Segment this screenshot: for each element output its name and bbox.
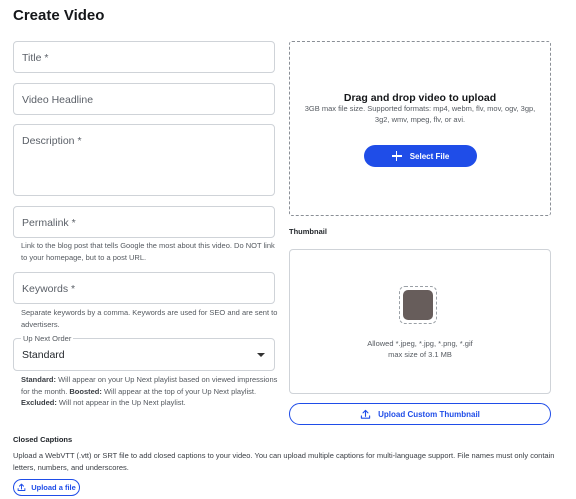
video-headline-placeholder: Video Headline [22, 94, 94, 106]
boosted-text: Will appear at the top of your Up Next p… [101, 386, 257, 396]
thumbnail-heading: Thumbnail [289, 227, 327, 236]
description-textarea[interactable]: Description * [13, 124, 275, 196]
keywords-input[interactable]: Keywords * [13, 272, 275, 304]
chevron-down-icon [257, 353, 265, 357]
thumbnail-max-size: max size of 3.1 MB [388, 350, 452, 359]
excluded-term: Excluded: [21, 398, 57, 407]
upload-file-button[interactable]: Upload a file [13, 479, 80, 496]
permalink-help: Link to the blog post that tells Google … [21, 241, 275, 262]
boosted-term: Boosted: [69, 386, 102, 396]
title-input[interactable]: Title * [13, 41, 275, 73]
thumbnail-dropzone[interactable]: Allowed *.jpeg, *.jpg, *.png, *.gif max … [289, 249, 551, 394]
image-placeholder-icon [403, 290, 433, 320]
up-next-order-label: Up Next Order [21, 334, 74, 343]
thumbnail-placeholder [399, 286, 437, 324]
select-file-label: Select File [409, 151, 450, 161]
description-placeholder: Description * [22, 135, 82, 147]
standard-term: Standard: [21, 375, 57, 384]
upload-custom-thumbnail-button[interactable]: Upload Custom Thumbnail [289, 403, 551, 425]
dropzone-formats: 3GB max file size. Supported formats: mp… [304, 104, 536, 124]
page-title: Create Video [13, 7, 105, 24]
excluded-text: Will not appear in the Up Next playlist. [56, 398, 186, 407]
permalink-input[interactable]: Permalink * [13, 206, 275, 238]
closed-captions-description: Upload a WebVTT (.vtt) or SRT file to ad… [13, 451, 555, 472]
video-headline-input[interactable]: Video Headline [13, 83, 275, 115]
select-file-button[interactable]: Select File [364, 145, 477, 167]
plus-icon [391, 151, 402, 161]
permalink-placeholder: Permalink * [22, 217, 76, 229]
keywords-placeholder: Keywords * [22, 283, 76, 295]
upload-icon [17, 483, 26, 491]
upload-file-label: Upload a file [31, 483, 76, 492]
thumbnail-allowed-formats: Allowed *.jpeg, *.jpg, *.png, *.gif [367, 339, 473, 348]
upload-icon [360, 409, 371, 419]
up-next-order-value: Standard [22, 349, 65, 361]
closed-captions-heading: Closed Captions [13, 435, 73, 444]
dropzone-title: Drag and drop video to upload [343, 92, 497, 104]
video-dropzone[interactable]: Drag and drop video to upload 3GB max fi… [289, 41, 551, 216]
upload-custom-thumbnail-label: Upload Custom Thumbnail [378, 409, 480, 419]
thumbnail-info: Allowed *.jpeg, *.jpg, *.png, *.gif max … [290, 338, 550, 360]
title-placeholder: Title * [22, 52, 49, 64]
up-next-help: Standard: Will appear on your Up Next pl… [21, 374, 283, 409]
keywords-help: Separate keywords by a comma. Keywords a… [21, 308, 278, 329]
